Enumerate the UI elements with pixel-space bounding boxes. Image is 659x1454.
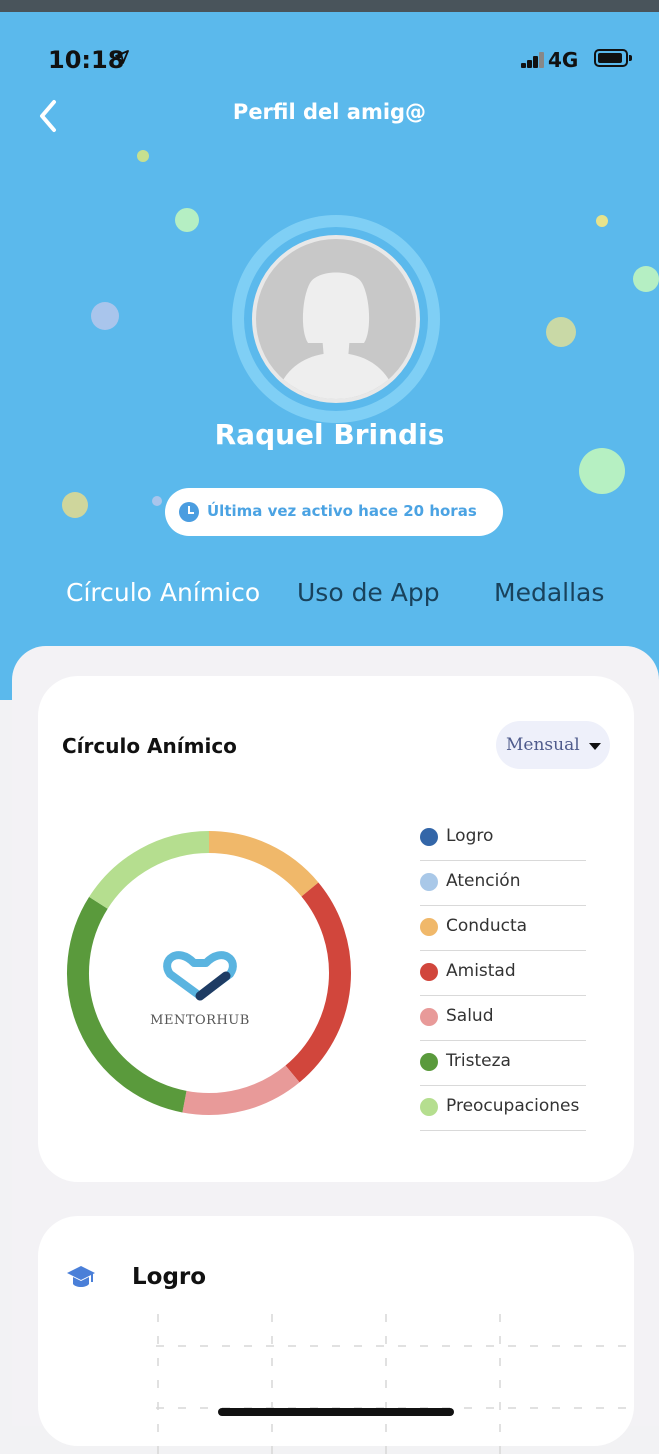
tab-medallas[interactable]: Medallas	[494, 578, 604, 607]
decor-bubble	[579, 448, 625, 494]
home-indicator[interactable]	[218, 1408, 454, 1416]
profile-header: 10:18 4G Perfil del amig@ Raquel Brindis…	[0, 0, 659, 700]
legend-item: Conducta	[420, 906, 586, 951]
avatar	[232, 215, 440, 423]
donut-segment-conducta	[208, 831, 319, 897]
legend-item: Logro	[420, 816, 586, 861]
graduation-cap-icon	[67, 1266, 95, 1287]
donut-segment-preocupaciones	[89, 831, 210, 909]
network-type: 4G	[548, 48, 579, 72]
decor-bubble	[152, 496, 162, 506]
tab-circulo-animico[interactable]: Círculo Anímico	[66, 578, 260, 607]
top-edge	[0, 0, 659, 12]
page-title: Perfil del amig@	[232, 100, 427, 124]
legend-item: Tristeza	[420, 1041, 586, 1086]
status-bar: 10:18 4G	[0, 38, 659, 78]
clock-icon	[179, 502, 199, 522]
legend-label: Tristeza	[446, 1051, 511, 1071]
donut-legend: Logro Atención Conducta Amistad Salud Tristez…	[420, 816, 586, 1131]
legend-color-dot	[420, 873, 438, 891]
logro-chart-grid	[156, 1314, 634, 1454]
legend-item: Atención	[420, 861, 586, 906]
last-active-badge: Última vez activo hace 20 horas	[165, 488, 503, 536]
legend-item: Salud	[420, 996, 586, 1041]
legend-color-dot	[420, 918, 438, 936]
decor-bubble	[137, 150, 149, 162]
decor-bubble	[175, 208, 199, 232]
legend-color-dot	[420, 828, 438, 846]
caret-down-icon	[589, 743, 601, 750]
legend-color-dot	[420, 1008, 438, 1026]
legend-item: Preocupaciones	[420, 1086, 586, 1131]
donut-segment-tristeza	[67, 896, 187, 1113]
legend-label: Salud	[446, 1006, 494, 1026]
decor-bubble	[546, 317, 576, 347]
card-title: Círculo Anímico	[62, 734, 237, 758]
last-active-text: Última vez activo hace 20 horas	[207, 502, 477, 520]
legend-color-dot	[420, 1098, 438, 1116]
profile-tabs: Círculo Anímico Uso de App Medallas	[0, 578, 659, 618]
legend-label: Conducta	[446, 916, 528, 936]
legend-label: Preocupaciones	[446, 1096, 580, 1116]
profile-name: Raquel Brindis	[214, 418, 445, 451]
mood-donut-chart: MENTORHUB	[67, 831, 351, 1115]
decor-bubble	[596, 215, 608, 227]
decor-bubble	[633, 266, 659, 292]
mentorhub-logo: MENTORHUB	[150, 951, 250, 1028]
battery-icon	[594, 49, 632, 67]
status-time: 10:18	[48, 46, 125, 74]
legend-label: Logro	[446, 826, 494, 846]
legend-color-dot	[420, 1053, 438, 1071]
user-silhouette-icon	[275, 272, 397, 399]
signal-icon	[521, 52, 545, 68]
legend-label: Atención	[446, 871, 521, 891]
mentorhub-logo-text: MENTORHUB	[150, 1013, 250, 1028]
location-arrow-icon	[114, 46, 130, 70]
logro-title: Logro	[132, 1264, 207, 1290]
tab-uso-de-app[interactable]: Uso de App	[297, 578, 440, 607]
legend-label: Amistad	[446, 961, 516, 981]
donut-segment-amistad	[285, 882, 351, 1083]
decor-bubble	[62, 492, 88, 518]
legend-item: Amistad	[420, 951, 586, 996]
legend-color-dot	[420, 963, 438, 981]
donut-segment-salud	[182, 1065, 300, 1115]
decor-bubble	[91, 302, 119, 330]
mood-circle-card: Círculo Anímico Mensual MENTORHUB Logro A…	[38, 676, 634, 1182]
period-dropdown[interactable]: Mensual	[496, 721, 610, 769]
period-dropdown-label: Mensual	[506, 735, 580, 755]
